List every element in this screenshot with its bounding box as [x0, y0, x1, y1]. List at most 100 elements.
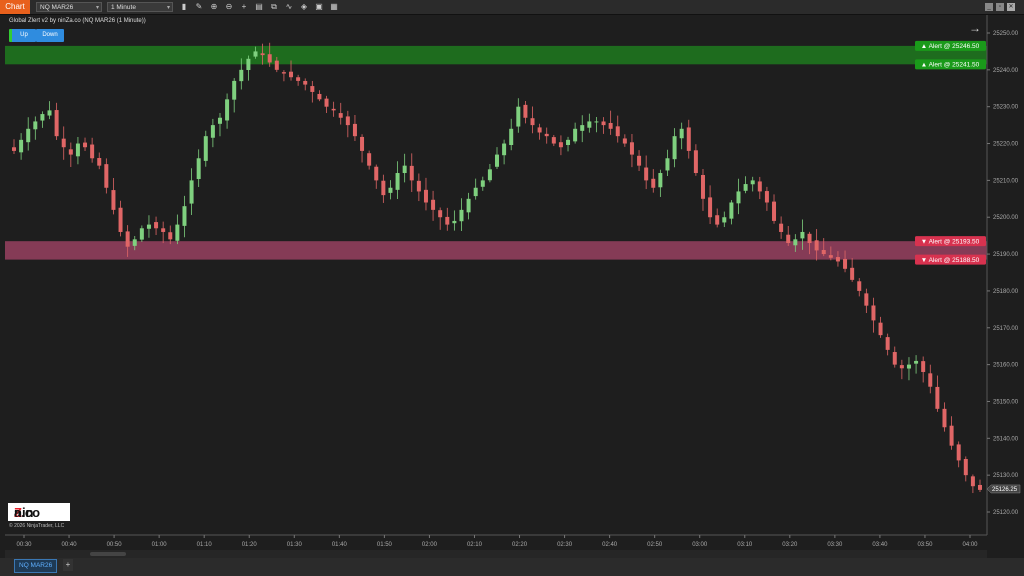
candle-body [317, 93, 322, 100]
candle-body [303, 80, 308, 85]
x-tick-label: 02:00 [422, 542, 438, 548]
candle-body [935, 386, 940, 409]
interval-selector-label: 1 Minute [111, 4, 136, 11]
candle-body [281, 72, 286, 74]
candle-body [161, 228, 166, 232]
candle-body [772, 201, 777, 221]
candle-body [459, 209, 464, 222]
strategies-icon[interactable]: ◈ [298, 1, 310, 13]
x-tick-label: 01:20 [242, 542, 258, 548]
x-tick-label: 02:50 [647, 542, 663, 548]
x-tick-label: 03:50 [917, 542, 933, 548]
alert-label-bg [915, 254, 986, 265]
candle-body [686, 127, 691, 151]
properties-icon[interactable]: ⧉ [268, 1, 280, 13]
scrollbar-thumb[interactable] [90, 552, 126, 556]
up-button[interactable]: Up [9, 29, 36, 42]
zones-layer [5, 45, 987, 260]
chart-trader-icon[interactable]: ▣ [313, 1, 325, 13]
candle-body [637, 155, 642, 166]
alert-label: ▲ Alert @ 25246.50 [921, 43, 980, 50]
candle-body [182, 206, 187, 226]
candle-body [480, 180, 485, 187]
zoom-out-icon[interactable]: ⊖ [223, 1, 235, 13]
y-tick-label: 25210.00 [993, 178, 1019, 184]
bars-type-icon[interactable]: ▮ [178, 1, 190, 13]
candle-body [573, 128, 578, 142]
data-box-icon[interactable]: ▤ [253, 1, 265, 13]
candle-body [622, 138, 627, 144]
candle-body [978, 484, 982, 490]
candle-body [381, 180, 386, 196]
horizontal-scrollbar[interactable] [5, 550, 987, 558]
candle-body [615, 126, 620, 137]
candle-body [658, 173, 663, 188]
candle-body [807, 233, 812, 244]
candle-body [12, 147, 16, 151]
maximize-icon[interactable]: ▫ [996, 3, 1004, 11]
candle-body [693, 150, 698, 174]
up-zone [5, 45, 987, 65]
x-axis: 00:30 00:40 00:50 01:00 01:10 01:20 01:30 01:40… [16, 535, 978, 548]
price-chart[interactable]: 25250.00 25240.00 25230.00 25220.00 25210.00… [0, 0, 1024, 576]
y-tick-label: 25120.00 [993, 510, 1019, 516]
candle-body [445, 216, 450, 225]
candle-body [154, 222, 159, 229]
candle-body [19, 139, 24, 153]
candle-body [139, 228, 144, 240]
candle-body [232, 80, 237, 100]
y-tick-label: 25140.00 [993, 436, 1019, 442]
y-tick-label: 25240.00 [993, 68, 1019, 74]
candle-body [97, 158, 102, 166]
chart-toolbar: Chart NQ MAR26 ▾ 1 Minute ▾ ▮ ✎ ⊕ ⊖ + ▤ ⧉ … [0, 0, 1024, 15]
candle-body [601, 121, 606, 126]
candle-body [921, 361, 926, 372]
zoom-in-icon[interactable]: ⊕ [208, 1, 220, 13]
candle-body [942, 408, 947, 428]
candle-body [523, 104, 528, 118]
candle-body [345, 116, 350, 126]
close-icon[interactable]: ✕ [1007, 3, 1015, 11]
candle-body [452, 220, 457, 224]
alert-label-bg [915, 59, 986, 70]
candle-body [764, 191, 769, 203]
candle-body [544, 133, 549, 137]
candle-body [878, 322, 883, 336]
candle-body [75, 143, 80, 157]
draw-tool-icon[interactable]: ✎ [193, 1, 205, 13]
alerts-layer: ▲ Alert @ 25246.50 ▲ Alert @ 25241.50 ▼ Al… [915, 40, 986, 265]
candle-body [175, 224, 180, 241]
add-tab-button[interactable]: + [63, 559, 73, 571]
x-tick-label: 03:20 [782, 542, 798, 548]
minimize-icon[interactable]: _ [985, 3, 993, 11]
candle-body [757, 181, 762, 192]
y-tick-label: 25230.00 [993, 105, 1019, 111]
candle-body [963, 458, 968, 476]
scroll-right-icon[interactable]: → [969, 21, 981, 35]
ninza-logo: nin Za.co [8, 503, 70, 521]
down-zone [5, 241, 987, 260]
x-tick-label: 02:10 [467, 542, 483, 548]
y-tick-label: 25190.00 [993, 252, 1019, 258]
candle-body [239, 69, 244, 82]
candle-body [246, 58, 251, 71]
chart-tab[interactable]: Chart [0, 0, 30, 14]
down-button[interactable]: Down [36, 29, 64, 42]
indicators-icon[interactable]: ∿ [283, 1, 295, 13]
current-price-marker [986, 484, 1021, 494]
candle-body [857, 281, 862, 291]
candle-body [537, 127, 542, 133]
alert-label-bg [915, 236, 986, 247]
crosshair-icon[interactable]: + [238, 1, 250, 13]
workspace-icon[interactable]: ▦ [328, 1, 340, 13]
candle-body [899, 365, 904, 369]
candle-body [47, 110, 52, 116]
candle-body [61, 138, 66, 148]
y-tick-label: 25170.00 [993, 326, 1019, 332]
candle-body [274, 60, 279, 70]
tab-nq-mar26[interactable]: NQ MAR26 [14, 559, 58, 573]
x-tick-label: 02:30 [557, 542, 573, 548]
interval-selector[interactable]: 1 Minute ▾ [107, 2, 173, 12]
instrument-selector[interactable]: NQ MAR26 ▾ [36, 2, 102, 12]
candle-body [594, 121, 599, 123]
